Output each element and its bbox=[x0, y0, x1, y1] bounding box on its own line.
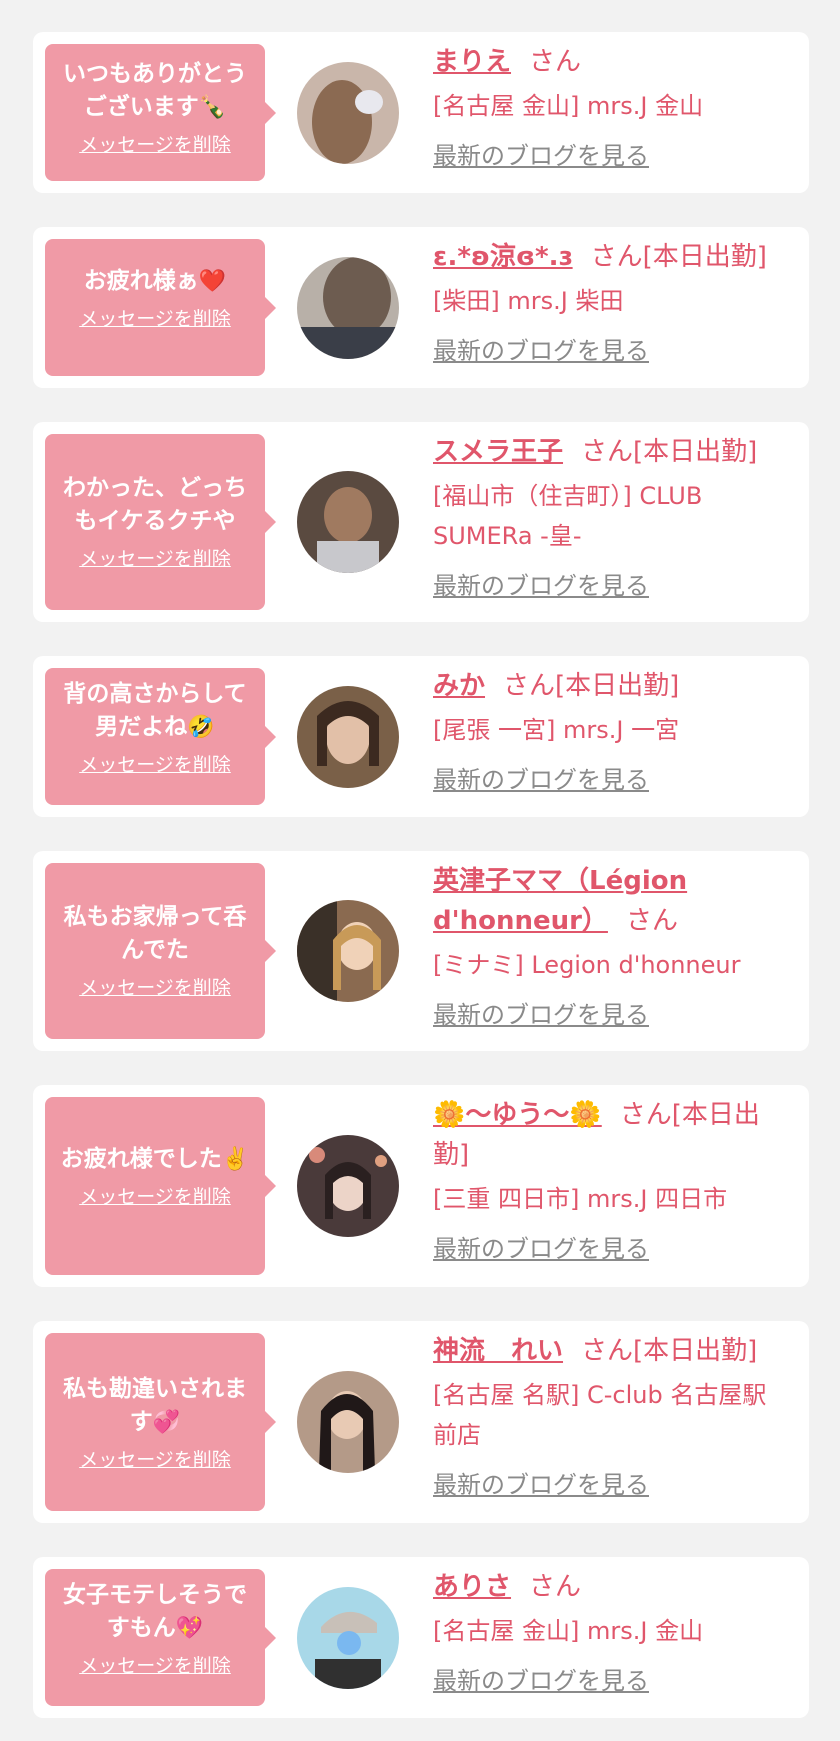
name-suffix: さん[本日出勤] bbox=[581, 1336, 758, 1366]
latest-blog-link[interactable]: 最新のブログを見る bbox=[433, 136, 649, 171]
cast-name-link[interactable]: スメラ王子 bbox=[433, 437, 563, 467]
entry-info: まりえ さん [名古屋 金山] mrs.J 金山 最新のブログを見る bbox=[433, 42, 789, 171]
message-text: 私もお家帰って呑 んでた bbox=[63, 904, 247, 963]
message-list: いつもありがとう ございます🍾 メッセージを削除 まりえ さん [名古屋 金山] … bbox=[0, 0, 840, 1741]
entry-info: スメラ王子 さん[本日出勤] [福山市（住吉町）] CLUB SUMERa -皇-… bbox=[433, 432, 789, 601]
avatar[interactable] bbox=[297, 471, 399, 573]
shop-label: [名古屋 金山] mrs.J 金山 bbox=[433, 1617, 704, 1645]
shop-label: [名古屋 金山] mrs.J 金山 bbox=[433, 92, 704, 120]
avatar[interactable] bbox=[297, 257, 399, 359]
list-item: 女子モテしそうで すもん💖 メッセージを削除 ありさ さん [名古屋 金山] mr… bbox=[33, 1557, 809, 1718]
message-bubble: お疲れ様ぁ❤️ メッセージを削除 bbox=[45, 239, 276, 376]
latest-blog-link[interactable]: 最新のブログを見る bbox=[433, 760, 649, 795]
message-text: 背の高さからして 男だよね🤣 bbox=[63, 681, 247, 740]
shop-label: [名古屋 名駅] C-club 名古屋駅前店 bbox=[433, 1381, 767, 1449]
cast-name-link[interactable]: ε.*ʚ涼ɞ*.ɜ bbox=[433, 242, 573, 272]
list-item: 背の高さからして 男だよね🤣 メッセージを削除 みか さん[本日出勤] [尾張 一… bbox=[33, 656, 809, 817]
name-suffix: さん bbox=[625, 906, 678, 936]
shop-label: [三重 四日市] mrs.J 四日市 bbox=[433, 1185, 728, 1213]
delete-message-link[interactable]: メッセージを削除 bbox=[79, 1445, 231, 1472]
entry-info: 英津子ママ（Légion d'honneur） さん [ミナミ] Legion d… bbox=[433, 861, 789, 1030]
list-item: わかった、どっち もイケるクチや メッセージを削除 スメラ王子 さん[本日出勤] … bbox=[33, 422, 809, 622]
delete-message-link[interactable]: メッセージを削除 bbox=[79, 304, 231, 331]
delete-message-link[interactable]: メッセージを削除 bbox=[79, 130, 231, 157]
list-item: いつもありがとう ございます🍾 メッセージを削除 まりえ さん [名古屋 金山] … bbox=[33, 32, 809, 193]
list-item: お疲れ様でした✌️ メッセージを削除 🌼〜ゆう〜🌼 さん[本日出勤] [三重 四日… bbox=[33, 1085, 809, 1287]
message-text: 私も勘違いされま す💞 bbox=[63, 1376, 247, 1435]
shop-label: [尾張 一宮] mrs.J 一宮 bbox=[433, 716, 680, 744]
sparkling-heart-icon: 💖 bbox=[175, 1616, 204, 1641]
message-text: お疲れ様ぁ❤️ bbox=[83, 268, 227, 294]
champagne-icon: 🍾 bbox=[198, 95, 227, 120]
entry-info: みか さん[本日出勤] [尾張 一宮] mrs.J 一宮 最新のブログを見る bbox=[433, 666, 789, 795]
laughing-face-icon: 🤣 bbox=[187, 715, 215, 740]
shop-label: [福山市（住吉町）] CLUB SUMERa -皇- bbox=[433, 482, 703, 550]
name-suffix: さん bbox=[529, 47, 582, 77]
delete-message-link[interactable]: メッセージを削除 bbox=[79, 544, 231, 571]
avatar[interactable] bbox=[297, 1587, 399, 1689]
entry-info: 神流 れい さん[本日出勤] [名古屋 名駅] C-club 名古屋駅前店 最新の… bbox=[433, 1331, 789, 1500]
cast-name-link[interactable]: 神流 れい bbox=[433, 1336, 563, 1366]
message-text: お疲れ様でした✌️ bbox=[60, 1146, 250, 1172]
cast-name-link[interactable]: ありさ bbox=[433, 1572, 511, 1602]
latest-blog-link[interactable]: 最新のブログを見る bbox=[433, 1661, 649, 1696]
message-bubble: お疲れ様でした✌️ メッセージを削除 bbox=[45, 1097, 276, 1275]
avatar[interactable] bbox=[297, 1135, 399, 1237]
latest-blog-link[interactable]: 最新のブログを見る bbox=[433, 1229, 649, 1264]
name-suffix: さん[本日出勤] bbox=[503, 671, 680, 701]
message-text: いつもありがとう ございます🍾 bbox=[63, 61, 247, 120]
message-bubble: 背の高さからして 男だよね🤣 メッセージを削除 bbox=[45, 668, 276, 805]
message-text: わかった、どっち もイケるクチや bbox=[63, 475, 247, 534]
message-bubble: いつもありがとう ございます🍾 メッセージを削除 bbox=[45, 44, 276, 181]
victory-hand-icon: ✌️ bbox=[221, 1147, 250, 1172]
avatar[interactable] bbox=[297, 62, 399, 164]
message-bubble: 私も勘違いされま す💞 メッセージを削除 bbox=[45, 1333, 276, 1511]
list-item: 私もお家帰って呑 んでた メッセージを削除 英津子ママ（Légion d'hon… bbox=[33, 851, 809, 1051]
shop-label: [ミナミ] Legion d'honneur bbox=[433, 951, 741, 979]
revolving-hearts-icon: 💞 bbox=[152, 1410, 181, 1435]
delete-message-link[interactable]: メッセージを削除 bbox=[79, 1651, 231, 1678]
latest-blog-link[interactable]: 最新のブログを見る bbox=[433, 1465, 649, 1500]
latest-blog-link[interactable]: 最新のブログを見る bbox=[433, 566, 649, 601]
message-bubble: 女子モテしそうで すもん💖 メッセージを削除 bbox=[45, 1569, 276, 1706]
shop-label: [柴田] mrs.J 柴田 bbox=[433, 287, 624, 315]
entry-info: ε.*ʚ涼ɞ*.ɜ さん[本日出勤] [柴田] mrs.J 柴田 最新のブログを見… bbox=[433, 237, 789, 366]
list-item: お疲れ様ぁ❤️ メッセージを削除 ε.*ʚ涼ɞ*.ɜ さん[本日出勤] [柴田] … bbox=[33, 227, 809, 388]
message-bubble: 私もお家帰って呑 んでた メッセージを削除 bbox=[45, 863, 276, 1039]
avatar[interactable] bbox=[297, 900, 399, 1002]
latest-blog-link[interactable]: 最新のブログを見る bbox=[433, 995, 649, 1030]
name-suffix: さん bbox=[529, 1572, 582, 1602]
heart-icon: ❤️ bbox=[198, 269, 227, 294]
entry-info: ありさ さん [名古屋 金山] mrs.J 金山 最新のブログを見る bbox=[433, 1567, 789, 1696]
delete-message-link[interactable]: メッセージを削除 bbox=[79, 973, 231, 1000]
delete-message-link[interactable]: メッセージを削除 bbox=[79, 1182, 231, 1209]
cast-name-link[interactable]: まりえ bbox=[433, 47, 511, 77]
cast-name-link[interactable]: 🌼〜ゆう〜🌼 bbox=[433, 1100, 602, 1130]
entry-info: 🌼〜ゆう〜🌼 さん[本日出勤] [三重 四日市] mrs.J 四日市 最新のブログ… bbox=[433, 1095, 789, 1264]
latest-blog-link[interactable]: 最新のブログを見る bbox=[433, 331, 649, 366]
list-item: 私も勘違いされま す💞 メッセージを削除 神流 れい さん[本日出勤] [名古屋 … bbox=[33, 1321, 809, 1523]
avatar[interactable] bbox=[297, 686, 399, 788]
message-bubble: わかった、どっち もイケるクチや メッセージを削除 bbox=[45, 434, 276, 610]
avatar[interactable] bbox=[297, 1371, 399, 1473]
message-text: 女子モテしそうで すもん💖 bbox=[63, 1582, 247, 1641]
cast-name-link[interactable]: みか bbox=[433, 671, 485, 701]
name-suffix: さん[本日出勤] bbox=[581, 437, 758, 467]
delete-message-link[interactable]: メッセージを削除 bbox=[79, 750, 231, 777]
name-suffix: さん[本日出勤] bbox=[590, 242, 767, 272]
